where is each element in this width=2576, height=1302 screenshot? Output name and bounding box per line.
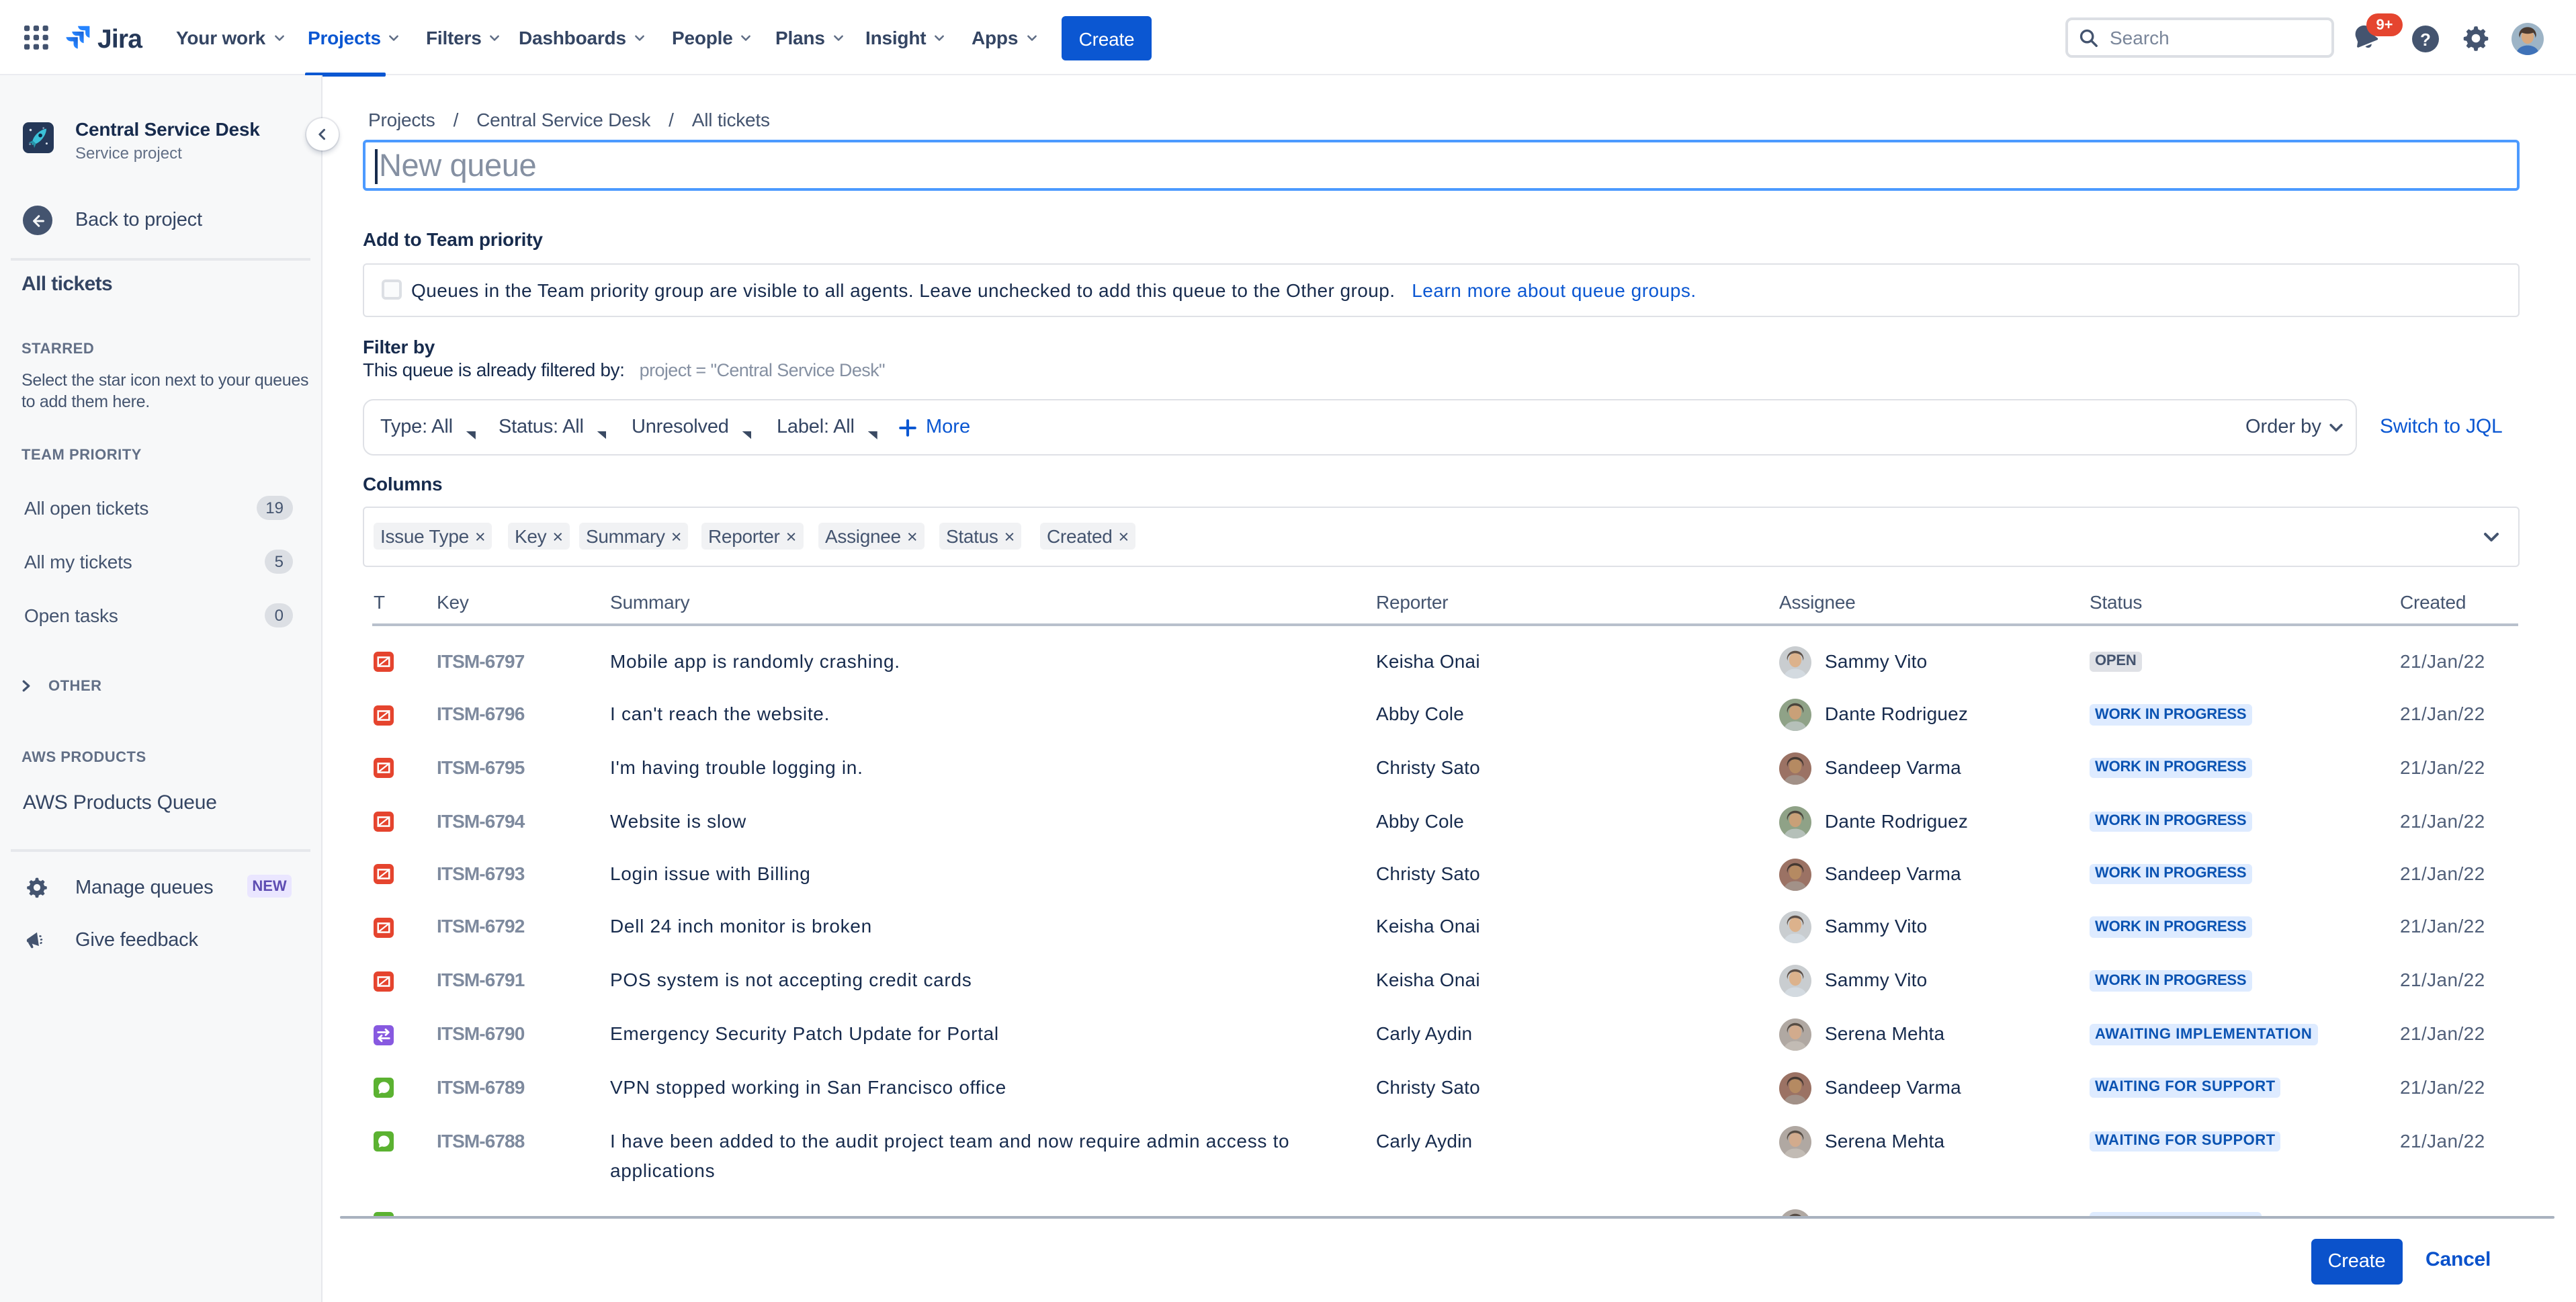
svg-text:Jira: Jira: [97, 25, 142, 54]
